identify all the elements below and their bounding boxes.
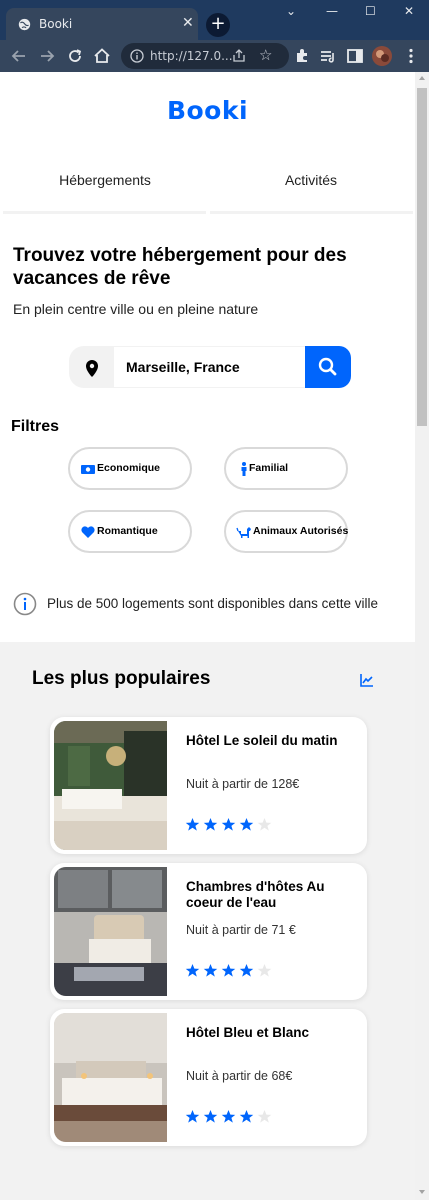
info-icon [13, 592, 37, 616]
hotel-name: Chambres d'hôtes Au coeur de l'eau [186, 879, 325, 910]
dog-icon [236, 527, 251, 538]
hotel-name: Hôtel Le soleil du matin [186, 733, 338, 748]
filter-label: Animaux Autorisés [253, 525, 349, 537]
popular-section: Les plus populaires Hôtel Le soleil du m… [0, 642, 415, 1200]
menu-dots-icon[interactable] [400, 45, 422, 67]
popular-title: Les plus populaires [32, 668, 211, 689]
globe-icon [18, 18, 31, 31]
tab-underline [210, 211, 413, 214]
reload-icon[interactable] [64, 45, 86, 67]
star-filled-icon [203, 1109, 218, 1123]
close-window-icon[interactable]: ✕ [404, 4, 414, 18]
money-icon [81, 465, 95, 474]
share-icon[interactable] [231, 48, 247, 64]
star-filled-icon [239, 1109, 254, 1123]
forward-icon[interactable] [36, 45, 58, 67]
search-button[interactable] [305, 346, 351, 388]
star-filled-icon [221, 1109, 236, 1123]
profile-avatar[interactable] [371, 45, 393, 67]
hotel-photo [54, 867, 167, 996]
side-panel-icon[interactable] [344, 45, 366, 67]
filter-label: Familial [249, 462, 289, 474]
address-bar[interactable]: http://127.0... ☆ [121, 43, 289, 69]
browser-tab[interactable]: Booki ✕ [6, 8, 198, 40]
media-control-icon[interactable] [317, 45, 339, 67]
star-filled-icon [221, 963, 236, 977]
hotel-card[interactable]: Hôtel Le soleil du matin Nuit à partir d… [50, 717, 367, 854]
maximize-icon[interactable]: ☐ [365, 4, 376, 18]
location-pin-icon [69, 346, 114, 388]
page-viewport: Booki Hébergements Activités Trouvez vot… [0, 72, 415, 1200]
star-filled-icon [185, 817, 200, 831]
page-subtitle: En plein centre ville ou en pleine natur… [13, 301, 259, 317]
star-filled-icon [239, 963, 254, 977]
bookmark-star-icon[interactable]: ☆ [259, 46, 272, 64]
star-filled-icon [203, 963, 218, 977]
star-filled-icon [239, 817, 254, 831]
star-empty-icon [257, 963, 272, 977]
hotel-name: Hôtel Bleu et Blanc [186, 1025, 310, 1040]
filter-label: Romantique [97, 525, 158, 537]
hotel-price: Nuit à partir de 68€ [186, 1069, 293, 1083]
filter-economique[interactable]: Economique [68, 447, 192, 490]
filter-familial[interactable]: Familial [224, 447, 348, 490]
booki-logo[interactable]: Booki [0, 96, 415, 125]
star-filled-icon [203, 817, 218, 831]
extensions-icon[interactable] [291, 45, 313, 67]
filter-label: Economique [97, 462, 161, 474]
star-filled-icon [185, 963, 200, 977]
tab-underline [3, 211, 206, 214]
scroll-thumb[interactable] [417, 88, 427, 426]
trend-chart-icon[interactable] [359, 672, 375, 688]
star-empty-icon [257, 817, 272, 831]
tab-search-icon[interactable]: ⌄ [286, 4, 296, 18]
new-tab-button[interactable]: + [206, 13, 230, 37]
hotel-price: Nuit à partir de 71 € [186, 923, 296, 937]
star-filled-icon [221, 817, 236, 831]
browser-toolbar: http://127.0... ☆ [0, 40, 429, 72]
info-notice: Plus de 500 logements sont disponibles d… [13, 592, 413, 618]
hotel-photo [54, 721, 167, 850]
search-icon [318, 357, 337, 376]
search-input[interactable] [114, 346, 306, 388]
page-title: Trouvez votre hébergement pour des vacan… [13, 245, 347, 289]
heart-icon [81, 526, 95, 538]
back-icon[interactable] [8, 45, 30, 67]
filters-title: Filtres [11, 418, 60, 435]
scroll-up-arrow[interactable] [419, 76, 425, 80]
hotel-photo [54, 1013, 167, 1142]
filter-romantique[interactable]: Romantique [68, 510, 192, 553]
url-text[interactable]: http://127.0... [150, 49, 233, 63]
search-bar [69, 346, 351, 388]
tab-activites[interactable]: Activités [211, 172, 411, 188]
filter-animaux[interactable]: Animaux Autorisés [224, 510, 348, 553]
tab-title: Booki [39, 17, 73, 31]
star-empty-icon [257, 1109, 272, 1123]
page-scrollbar[interactable] [415, 72, 429, 1200]
star-filled-icon [185, 1109, 200, 1123]
site-info-icon[interactable] [129, 48, 145, 64]
home-icon[interactable] [91, 45, 113, 67]
tab-hebergements[interactable]: Hébergements [5, 172, 205, 188]
info-text: Plus de 500 logements sont disponibles d… [47, 596, 378, 611]
hotel-card[interactable]: Hôtel Bleu et Blanc Nuit à partir de 68€ [50, 1009, 367, 1146]
hotel-price: Nuit à partir de 128€ [186, 777, 300, 791]
browser-tabbar: Booki ✕ + ⌄ — ☐ ✕ [0, 0, 429, 40]
minimize-icon[interactable]: — [326, 4, 338, 18]
hotel-card[interactable]: Chambres d'hôtes Au coeur de l'eau Nuit … [50, 863, 367, 1000]
close-tab-icon[interactable]: ✕ [182, 15, 194, 31]
scroll-down-arrow[interactable] [419, 1190, 425, 1194]
